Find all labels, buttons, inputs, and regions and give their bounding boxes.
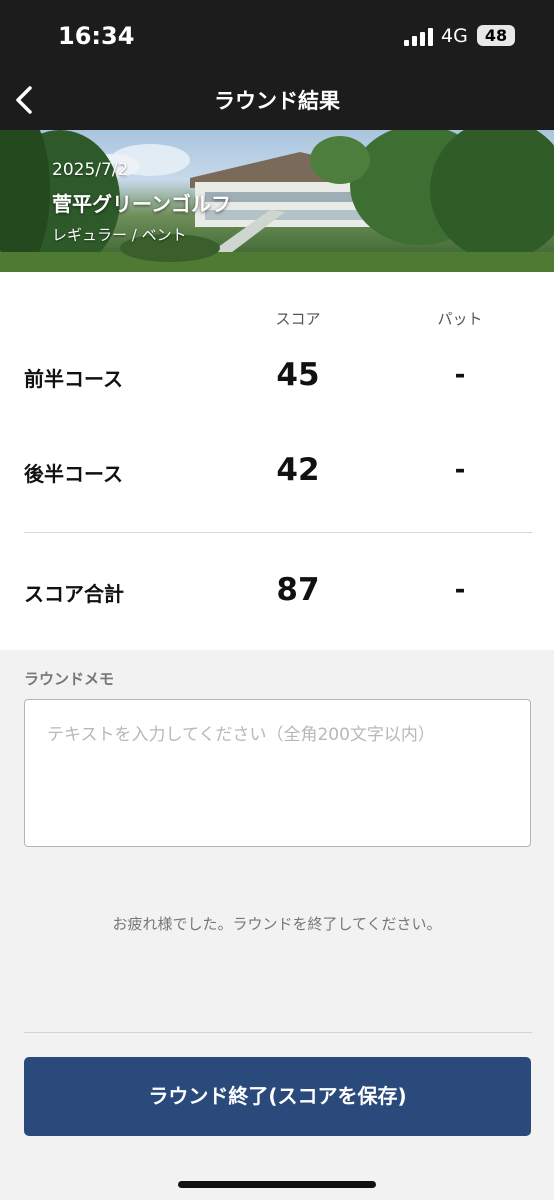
battery-level: 48: [484, 26, 508, 45]
front-nine-score: 45: [276, 357, 320, 393]
front-nine-label: 前半コース: [24, 367, 123, 391]
network-type: 4G: [441, 25, 468, 47]
nav-bar: ラウンド結果: [0, 68, 554, 130]
home-indicator: [178, 1181, 376, 1188]
completion-message: お疲れ様でした。ラウンドを終了してください。: [112, 915, 442, 933]
course-hero-image: 2025/7/2 菅平グリーンゴルフ レギュラー / ベント: [0, 130, 554, 272]
column-header-score: スコア: [275, 310, 321, 328]
memo-label: ラウンドメモ: [24, 670, 115, 688]
front-nine-putt: -: [454, 360, 466, 390]
signal-strength-icon: [404, 28, 434, 46]
memo-input[interactable]: [24, 699, 531, 847]
battery-icon: 48: [477, 25, 515, 46]
total-score: 87: [276, 572, 320, 608]
status-bar: 16:34 4G 48: [0, 0, 554, 68]
back-nine-putt: -: [454, 455, 466, 485]
status-time: 16:34: [58, 22, 135, 50]
course-name: 菅平グリーンゴルフ: [52, 192, 231, 216]
page-title: ラウンド結果: [214, 89, 340, 113]
total-label: スコア合計: [24, 582, 124, 606]
divider: [24, 532, 532, 533]
score-card: スコア パット 前半コース 45 - 後半コース 42 - スコア合計 87 -: [0, 272, 554, 650]
total-putt: -: [454, 575, 466, 605]
divider: [24, 1032, 532, 1033]
column-header-putt: パット: [437, 310, 483, 328]
tee-info: レギュラー / ベント: [52, 226, 187, 244]
round-date: 2025/7/2: [52, 160, 129, 180]
back-nine-label: 後半コース: [24, 462, 123, 486]
finish-round-button[interactable]: ラウンド終了(スコアを保存): [24, 1057, 531, 1136]
back-nine-score: 42: [276, 452, 320, 488]
